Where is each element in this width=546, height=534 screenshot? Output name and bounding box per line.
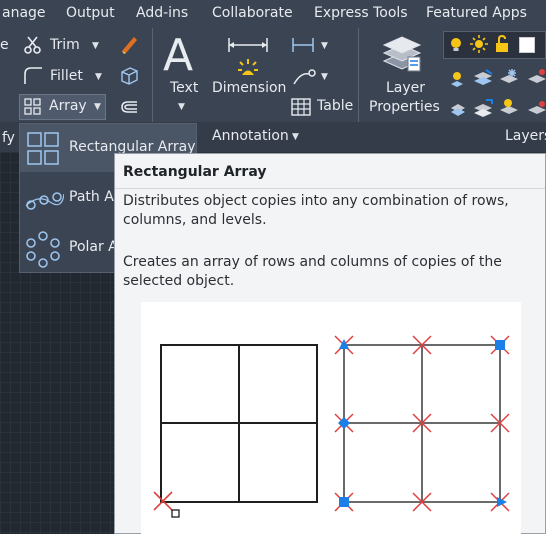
leader-icon	[291, 66, 317, 90]
layer-off-icon[interactable]	[449, 98, 467, 120]
rectangular-array-tooltip: Rectangular Array Distributes object cop…	[114, 153, 546, 534]
layer-walk-icon[interactable]	[526, 68, 546, 92]
fillet-button[interactable]: Fillet	[50, 68, 83, 84]
tooltip-detail: Creates an array of rows and columns of …	[123, 254, 502, 289]
menu-bar: anage Output Add-ins Collaborate Express…	[0, 0, 546, 28]
text-dropdown-icon[interactable]: ▼	[178, 102, 185, 112]
menu-item-add-ins[interactable]: Add-ins	[136, 5, 188, 21]
freeze-icon[interactable]	[498, 68, 520, 92]
tooltip-divider	[115, 188, 545, 189]
path-array-icon	[25, 192, 64, 210]
layer-color-swatch	[519, 37, 535, 53]
annotation-panel-label[interactable]: Annotation	[212, 128, 289, 144]
layer-isolate-icon[interactable]	[472, 68, 494, 92]
table-button[interactable]: Table	[317, 98, 353, 114]
array-dropdown-icon[interactable]: ▼	[94, 102, 101, 112]
rectangular-array-icon	[27, 132, 59, 165]
offset-icon	[118, 96, 140, 122]
layer-lock-icon[interactable]	[526, 98, 546, 122]
ribbon-separator	[152, 28, 153, 122]
fillet-dropdown-icon[interactable]: ▼	[95, 72, 102, 82]
leader-dropdown-icon[interactable]: ▼	[321, 72, 328, 82]
menu-item-collaborate[interactable]: Collaborate	[212, 5, 293, 21]
table-icon	[291, 98, 311, 120]
annotation-panel-dropdown-icon[interactable]: ▼	[292, 132, 299, 142]
layers-panel-label[interactable]: Layers	[505, 128, 546, 144]
text-icon: A	[163, 30, 194, 81]
source-object-grid	[160, 344, 318, 503]
unlock-icon	[494, 34, 510, 57]
trim-icon	[22, 34, 44, 60]
tooltip-title: Rectangular Array	[123, 164, 267, 180]
linear-dimension-dropdown-icon[interactable]: ▼	[321, 41, 328, 51]
cursor-pickbox	[171, 509, 180, 518]
ribbon-separator	[358, 28, 359, 122]
dimension-icon	[226, 34, 270, 82]
modify-panel-label[interactable]: fy	[2, 130, 15, 146]
layer-properties-label-line2[interactable]: Properties	[369, 99, 440, 115]
menu-item-featured-apps[interactable]: Featured Apps	[426, 5, 527, 21]
trim-dropdown-icon[interactable]: ▼	[92, 41, 99, 51]
linear-dimension-icon	[291, 36, 315, 58]
menu-item-express-tools[interactable]: Express Tools	[314, 5, 408, 21]
text-button[interactable]: Text	[170, 80, 198, 96]
dimension-button[interactable]: Dimension	[212, 80, 286, 96]
erase-icon	[118, 33, 140, 59]
tooltip-description: Distributes object copies into any combi…	[123, 193, 509, 228]
menu-item-manage[interactable]: anage	[2, 5, 46, 21]
tooltip-illustration	[141, 302, 521, 534]
menu-item-output[interactable]: Output	[66, 5, 115, 21]
modify-partial-label: e	[0, 37, 9, 53]
array-button-label: Array	[49, 98, 87, 114]
layer-properties-icon	[380, 31, 424, 79]
trim-button[interactable]: Trim	[50, 37, 80, 53]
fillet-icon	[22, 64, 44, 90]
layer-previous-icon[interactable]	[498, 98, 520, 122]
bulb-on-icon	[449, 37, 463, 57]
layer-properties-label-line1[interactable]: Layer	[386, 80, 425, 96]
sun-icon	[470, 35, 488, 57]
polar-array-icon	[26, 231, 60, 268]
layer-on-icon[interactable]	[449, 70, 465, 92]
match-layer-icon[interactable]	[472, 98, 494, 122]
array-icon	[24, 98, 42, 120]
3d-box-icon	[118, 64, 140, 90]
